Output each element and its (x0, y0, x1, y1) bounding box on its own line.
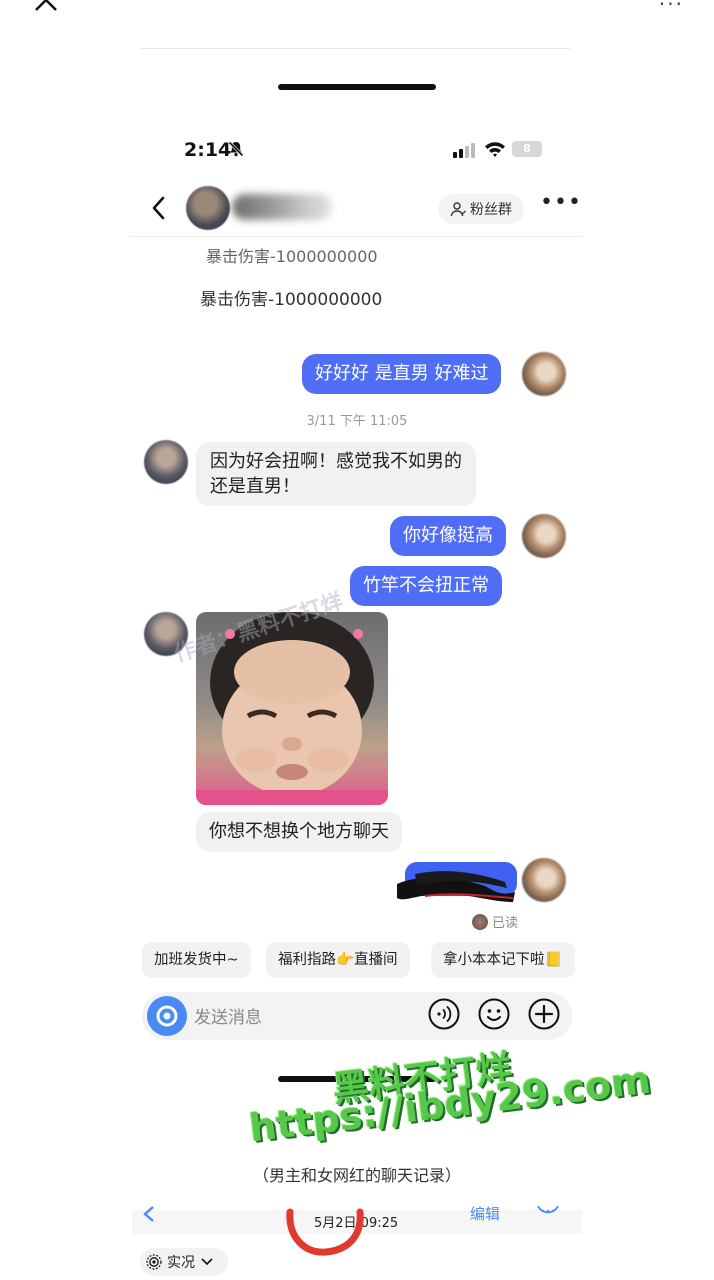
system-message: 暴击伤害-1000000000 (206, 247, 378, 266)
red-circle-annotation (286, 1208, 364, 1256)
status-time: 2:14 (184, 139, 232, 161)
quick-reply-chip[interactable]: 福利指路👉直播间 (266, 942, 410, 978)
contact-avatar[interactable] (186, 186, 230, 230)
more-options-icon[interactable]: ··· (659, 0, 684, 16)
edit-button[interactable]: 编辑 (470, 1203, 500, 1224)
wifi-icon (485, 142, 505, 157)
contact-avatar[interactable] (144, 440, 188, 484)
back-arrow-icon (143, 1206, 154, 1222)
contact-name-redacted (232, 194, 332, 220)
message-bubble-received[interactable]: 你想不想换个地方聊天 (196, 812, 402, 852)
live-photo-icon (146, 1254, 162, 1270)
emoji-icon[interactable] (478, 998, 510, 1030)
bell-muted-icon (228, 141, 244, 157)
reader-avatar (472, 913, 488, 930)
fan-group-button[interactable]: 粉丝群 (438, 194, 524, 224)
read-receipt: 已读 (472, 912, 518, 931)
system-message: 暴击伤害-1000000000 (200, 290, 383, 310)
my-avatar[interactable] (522, 514, 566, 558)
group-icon (450, 202, 466, 217)
previous-screenshot-edge (140, 0, 570, 49)
read-status-text: 已读 (492, 916, 519, 931)
back-arrow-icon[interactable] (150, 196, 168, 220)
home-indicator (278, 84, 436, 90)
message-bubble-sent[interactable]: 你好像挺高 (390, 516, 506, 556)
add-icon[interactable] (528, 998, 560, 1030)
message-bubble-sent[interactable]: 竹竿不会扭正常 (350, 566, 502, 606)
cellular-signal-icon (453, 143, 475, 158)
my-avatar[interactable] (522, 352, 566, 396)
more-circle-icon[interactable] (536, 1204, 560, 1224)
my-avatar[interactable] (522, 858, 566, 902)
camera-icon (156, 1005, 178, 1027)
more-icon[interactable]: ••• (540, 192, 581, 218)
header-divider (130, 236, 582, 237)
message-text: 还是直男！ (210, 476, 300, 497)
live-label: 实况 (167, 1255, 195, 1271)
camera-button[interactable] (147, 996, 187, 1036)
battery-icon: 8 (512, 141, 542, 157)
message-input[interactable]: 发送消息 (194, 1003, 262, 1028)
fan-group-label: 粉丝群 (470, 202, 512, 218)
caption: （男主和女网红的聊天记录） (252, 1166, 461, 1185)
chevron-down-icon (201, 1258, 213, 1266)
quick-reply-chip[interactable]: 拿小本本记下啦📒 (431, 942, 575, 978)
close-icon[interactable] (30, 0, 62, 14)
message-bubble-received[interactable]: 因为好会扭啊！感觉我不如男的 还是直男！ (196, 442, 476, 506)
quick-reply-chip[interactable]: 加班发货中~ (142, 942, 251, 978)
live-photo-toggle[interactable]: 实况 (140, 1248, 228, 1276)
message-timestamp: 3/11 下午 11:05 (306, 414, 408, 429)
message-text: 因为好会扭啊！感觉我不如男的 (210, 451, 462, 472)
redacted-message-bubble (397, 862, 517, 902)
voice-message-icon[interactable] (428, 998, 460, 1030)
message-bubble-sent[interactable]: 好好好 是直男 好难过 (302, 354, 502, 394)
